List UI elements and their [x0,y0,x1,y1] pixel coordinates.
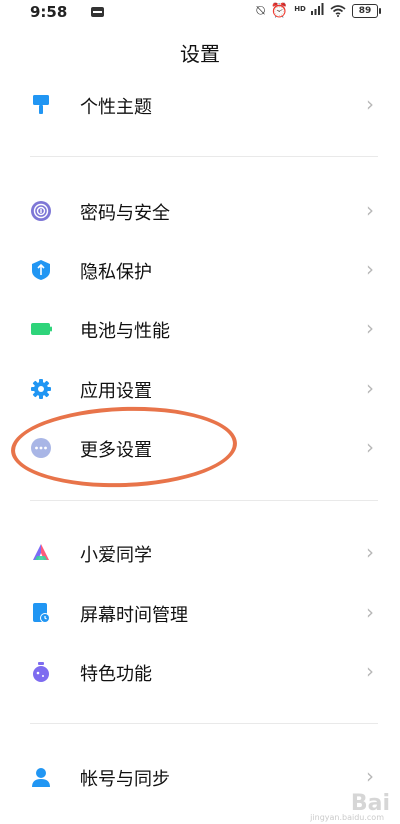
chevron-right-icon: › [366,435,374,459]
settings-item-privacy[interactable]: 隐私保护 › [0,242,400,298]
fingerprint-icon [31,201,51,221]
status-icons: ⍉ ⏰ HD 89 [256,3,381,19]
chevron-right-icon: › [366,376,374,400]
settings-item-battery[interactable]: 电池与性能 › [0,301,400,357]
network-type-label: HD [294,5,306,13]
settings-item-features[interactable]: 特色功能 › [0,644,400,700]
settings-item-label: 屏幕时间管理 [80,605,188,626]
battery-icon [31,323,52,335]
chevron-right-icon: › [366,198,374,222]
settings-item-theme[interactable]: 个性主题 › [0,77,400,133]
watermark-url: jingyan.baidu.com [310,813,384,822]
settings-item-xiaoai[interactable]: 小爱同学 › [0,525,400,581]
page-title: 设置 [180,42,220,66]
chevron-right-icon: › [366,316,374,340]
settings-item-label: 密码与安全 [80,203,170,224]
settings-item-screen-time[interactable]: 屏幕时间管理 › [0,585,400,641]
settings-item-label: 特色功能 [80,664,152,685]
gear-icon [31,379,51,399]
alarm-icon: ⏰ [270,3,289,19]
shield-icon [32,260,50,280]
status-time: 9:58 [30,3,68,21]
mute-icon: ⍉ [256,3,265,19]
chevron-right-icon: › [366,92,374,116]
settings-item-label: 隐私保护 [80,262,152,283]
divider [30,156,378,157]
settings-item-app-settings[interactable]: 应用设置 › [0,361,400,417]
settings-item-label: 帐号与同步 [80,769,170,790]
paint-brush-icon [33,95,49,114]
assistant-icon [33,544,49,560]
chevron-right-icon: › [366,659,374,683]
settings-item-password-security[interactable]: 密码与安全 › [0,183,400,239]
divider [30,500,378,501]
battery-level: 89 [358,6,372,16]
screen-time-icon [33,603,50,623]
divider [30,723,378,724]
chevron-right-icon: › [366,540,374,564]
settings-item-label: 应用设置 [80,381,152,402]
status-bar: 9:58 ⍉ ⏰ HD 89 [0,0,400,26]
chevron-right-icon: › [366,764,374,788]
chevron-right-icon: › [366,600,374,624]
battery-icon: 89 [352,4,381,18]
settings-item-account-sync[interactable]: 帐号与同步 › [0,749,400,805]
settings-item-label: 个性主题 [80,97,152,118]
wifi-icon [330,5,346,17]
flask-icon [33,662,49,682]
settings-item-label: 电池与性能 [80,321,170,342]
signal-icon: HD [294,3,324,19]
account-icon [32,768,50,787]
settings-item-label: 小爱同学 [80,545,152,566]
message-notification-icon [91,7,104,17]
chevron-right-icon: › [366,257,374,281]
